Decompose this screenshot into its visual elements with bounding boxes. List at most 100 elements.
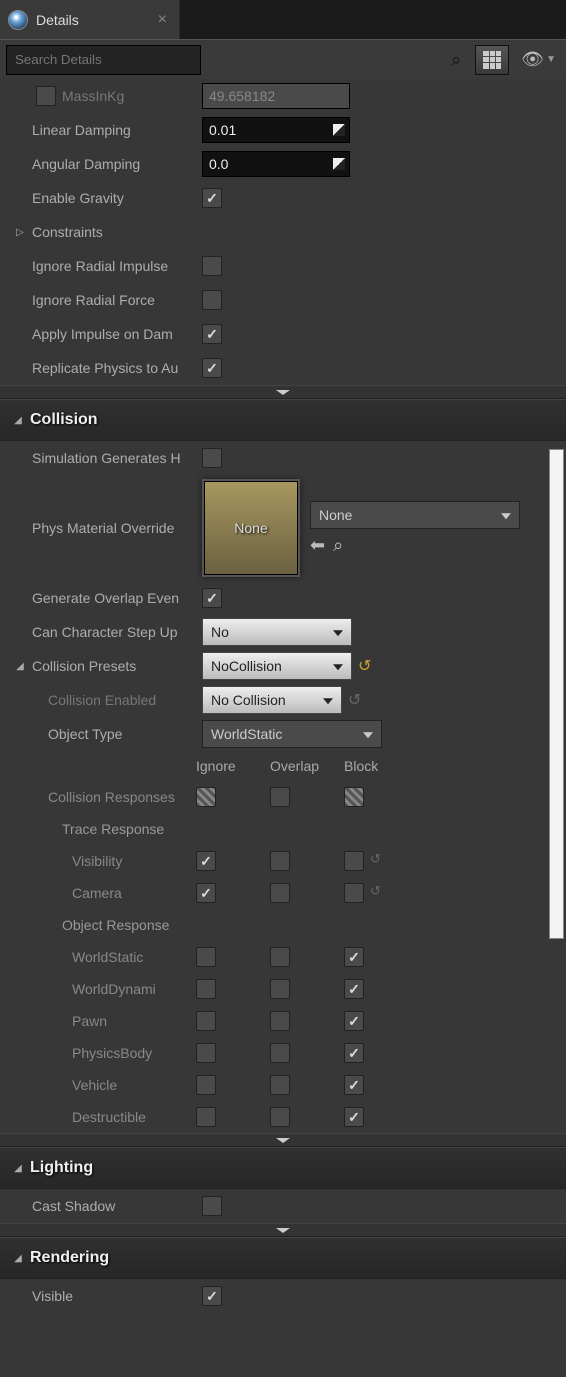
- reset-to-default-icon[interactable]: ↺: [348, 690, 361, 710]
- property-label: WorldStatic: [48, 949, 196, 965]
- column-header: Block: [344, 758, 404, 774]
- section-expand-icon[interactable]: [0, 1133, 566, 1147]
- replicate-physics-checkbox[interactable]: [202, 358, 222, 378]
- vehicle-block-checkbox[interactable]: [344, 1075, 364, 1095]
- details-tab[interactable]: Details ×: [0, 0, 180, 39]
- search-bar: ⌕ 👁 ▼: [0, 39, 566, 79]
- visibility-row: Visibility ↺: [0, 845, 566, 877]
- worldstatic-ignore-checkbox[interactable]: [196, 947, 216, 967]
- collision-presets-row: ◢ Collision Presets NoCollision ↺: [0, 649, 566, 683]
- section-title: Lighting: [30, 1159, 93, 1177]
- visible-checkbox[interactable]: [202, 1286, 222, 1306]
- property-label: Apply Impulse on Dam: [32, 326, 196, 342]
- angular-damping-row: Angular Damping 0.0: [0, 147, 566, 181]
- property-label: PhysicsBody: [48, 1045, 196, 1061]
- mass-input[interactable]: 49.658182: [202, 83, 350, 109]
- reset-to-default-icon[interactable]: ↺: [358, 656, 371, 676]
- reset-to-default-icon[interactable]: ↺: [370, 883, 381, 903]
- can-step-up-row: Can Character Step Up No: [0, 615, 566, 649]
- section-expand-icon[interactable]: [0, 1223, 566, 1237]
- property-matrix-button[interactable]: [475, 45, 509, 75]
- chevron-down-icon[interactable]: ◢: [14, 661, 26, 672]
- camera-ignore-checkbox[interactable]: [196, 883, 216, 903]
- ignore-radial-force-row: Ignore Radial Force: [0, 283, 566, 317]
- search-input[interactable]: [6, 45, 201, 75]
- worldstatic-row: WorldStatic: [0, 941, 566, 973]
- visibility-ignore-checkbox[interactable]: [196, 851, 216, 871]
- worlddynamic-overlap-checkbox[interactable]: [270, 979, 290, 999]
- visibility-filter-button[interactable]: 👁 ▼: [517, 49, 560, 70]
- physicsbody-row: PhysicsBody: [0, 1037, 566, 1069]
- worlddynamic-block-checkbox[interactable]: [344, 979, 364, 999]
- vehicle-overlap-checkbox[interactable]: [270, 1075, 290, 1095]
- chevron-down-icon: ◢: [12, 1253, 24, 1264]
- destructible-block-checkbox[interactable]: [344, 1107, 364, 1127]
- search-icon[interactable]: ⌕: [451, 49, 461, 70]
- worlddynamic-ignore-checkbox[interactable]: [196, 979, 216, 999]
- section-expand-icon[interactable]: [0, 385, 566, 399]
- physicsbody-ignore-checkbox[interactable]: [196, 1043, 216, 1063]
- collision-section-header[interactable]: ◢ Collision: [0, 399, 566, 441]
- property-label: WorldDynami: [48, 981, 196, 997]
- replicate-physics-row: Replicate Physics to Au: [0, 351, 566, 385]
- property-label: Object Type: [48, 726, 196, 742]
- phys-material-dropdown[interactable]: None: [310, 501, 520, 529]
- linear-damping-input[interactable]: 0.01: [202, 117, 350, 143]
- property-label: Generate Overlap Even: [32, 590, 196, 606]
- camera-row: Camera ↺: [0, 877, 566, 909]
- pawn-block-checkbox[interactable]: [344, 1011, 364, 1031]
- vehicle-row: Vehicle: [0, 1069, 566, 1101]
- response-ignore-all-checkbox[interactable]: [196, 787, 216, 807]
- pawn-ignore-checkbox[interactable]: [196, 1011, 216, 1031]
- destructible-ignore-checkbox[interactable]: [196, 1107, 216, 1127]
- property-label: Simulation Generates H: [32, 450, 196, 466]
- property-label: Destructible: [48, 1109, 196, 1125]
- lighting-section-header[interactable]: ◢ Lighting: [0, 1147, 566, 1189]
- cast-shadow-checkbox[interactable]: [202, 1196, 222, 1216]
- camera-overlap-checkbox[interactable]: [270, 883, 290, 903]
- chevron-down-icon: ◢: [12, 1163, 24, 1174]
- mass-override-checkbox[interactable]: [36, 86, 56, 106]
- worldstatic-block-checkbox[interactable]: [344, 947, 364, 967]
- reset-to-default-icon[interactable]: ↺: [370, 851, 381, 871]
- ignore-radial-impulse-checkbox[interactable]: [202, 256, 222, 276]
- camera-block-checkbox[interactable]: [344, 883, 364, 903]
- vertical-scrollbar[interactable]: [549, 449, 564, 939]
- property-label: Cast Shadow: [32, 1198, 196, 1214]
- ignore-radial-force-checkbox[interactable]: [202, 290, 222, 310]
- pawn-overlap-checkbox[interactable]: [270, 1011, 290, 1031]
- chevron-right-icon: ▷: [14, 227, 26, 238]
- property-label: Pawn: [48, 1013, 196, 1029]
- response-block-all-checkbox[interactable]: [344, 787, 364, 807]
- property-label: MassInKg: [32, 88, 196, 104]
- apply-impulse-checkbox[interactable]: [202, 324, 222, 344]
- response-overlap-all-checkbox[interactable]: [270, 787, 290, 807]
- enable-gravity-checkbox[interactable]: [202, 188, 222, 208]
- property-label: Visibility: [48, 853, 196, 869]
- destructible-overlap-checkbox[interactable]: [270, 1107, 290, 1127]
- collision-enabled-dropdown[interactable]: No Collision: [202, 686, 342, 714]
- can-step-up-dropdown[interactable]: No: [202, 618, 352, 646]
- worldstatic-overlap-checkbox[interactable]: [270, 947, 290, 967]
- close-icon[interactable]: ×: [158, 11, 167, 29]
- angular-damping-input[interactable]: 0.0: [202, 151, 350, 177]
- vehicle-ignore-checkbox[interactable]: [196, 1075, 216, 1095]
- physicsbody-overlap-checkbox[interactable]: [270, 1043, 290, 1063]
- material-thumbnail[interactable]: None: [202, 479, 300, 577]
- rendering-section-header[interactable]: ◢ Rendering: [0, 1237, 566, 1279]
- use-selected-icon[interactable]: ⬅: [310, 535, 325, 556]
- tab-bar: Details ×: [0, 0, 566, 39]
- collision-presets-dropdown[interactable]: NoCollision: [202, 652, 352, 680]
- visibility-overlap-checkbox[interactable]: [270, 851, 290, 871]
- collision-responses-row: Collision Responses: [0, 781, 566, 813]
- column-header: Ignore: [196, 758, 270, 774]
- browse-icon[interactable]: ⌕: [333, 535, 343, 556]
- sim-generates-hits-checkbox[interactable]: [202, 448, 222, 468]
- property-label: Replicate Physics to Au: [32, 360, 196, 376]
- visibility-block-checkbox[interactable]: [344, 851, 364, 871]
- object-type-dropdown[interactable]: WorldStatic: [202, 720, 382, 748]
- constraints-row[interactable]: ▷ Constraints: [0, 215, 566, 249]
- tab-title: Details: [36, 12, 150, 28]
- generate-overlap-checkbox[interactable]: [202, 588, 222, 608]
- physicsbody-block-checkbox[interactable]: [344, 1043, 364, 1063]
